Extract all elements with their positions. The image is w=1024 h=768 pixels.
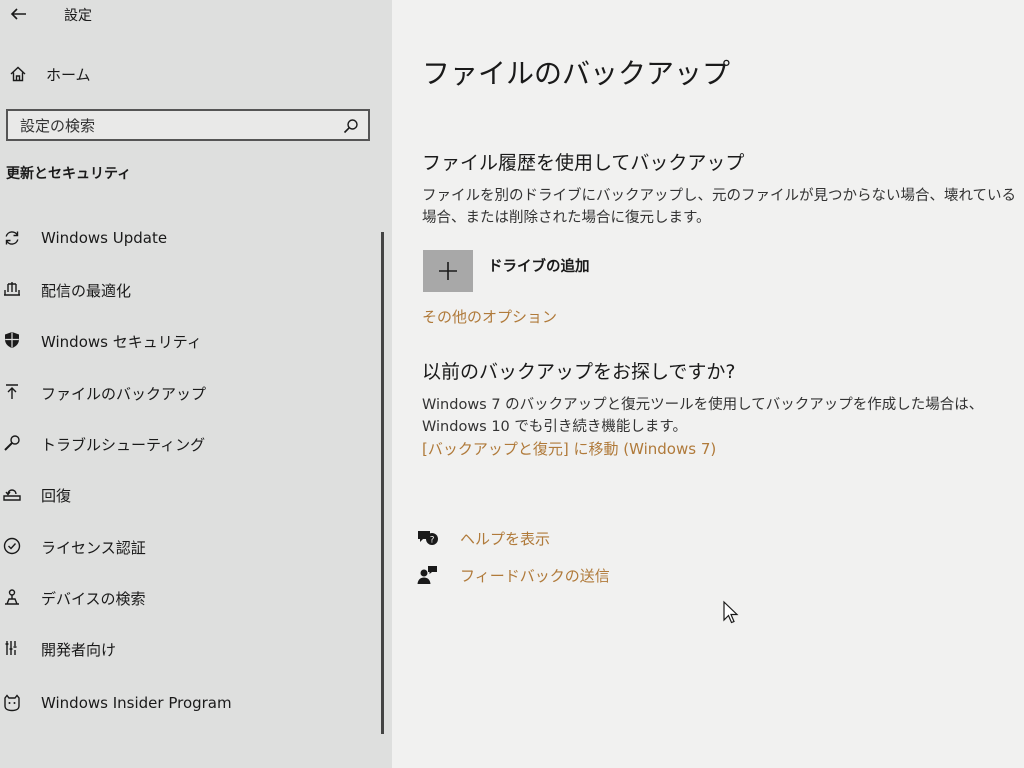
sidebar-scrollbar[interactable] — [381, 232, 384, 734]
svg-text:?: ? — [430, 536, 435, 546]
sidebar-item-file-backup[interactable]: ファイルのバックアップ — [0, 375, 380, 409]
sidebar-item-delivery-optimization[interactable]: 配信の最適化 — [0, 272, 380, 306]
more-options-link[interactable]: その他のオプション — [422, 306, 557, 327]
feedback-link[interactable]: フィードバックの送信 — [460, 565, 610, 586]
page-title: ファイルのバックアップ — [422, 57, 731, 90]
backup-arrow-icon — [6, 384, 18, 399]
help-link[interactable]: ヘルプを表示 — [460, 528, 550, 549]
older-backup-description: Windows 7 のバックアップと復元ツールを使用してバックアップを作成した場… — [422, 397, 984, 435]
sidebar-item-label: Windows セキュリティ — [41, 333, 202, 351]
search-icon[interactable] — [342, 117, 360, 135]
sidebar-item-find-device[interactable]: デバイスの検索 — [0, 580, 380, 614]
mouse-pointer-icon — [723, 600, 739, 624]
search-input[interactable] — [18, 114, 342, 138]
sidebar-item-label: Windows Insider Program — [41, 694, 232, 712]
main-content: ファイルのバックアップ ファイル履歴を使用してバックアップ ファイルを別のドライ… — [392, 0, 1024, 768]
backup-restore-link[interactable]: [バックアップと復元] に移動 (Windows 7) — [422, 438, 716, 459]
add-drive-button[interactable] — [423, 250, 473, 292]
file-history-description: ファイルを別のドライブにバックアップし、元のファイルが見つからない場合、壊れてい… — [422, 188, 1017, 226]
sidebar-item-label: トラブルシューティング — [41, 436, 206, 454]
sidebar-item-label: デバイスの検索 — [41, 590, 146, 608]
feedback-row[interactable]: フィードバックの送信 — [416, 562, 716, 588]
plus-icon — [439, 262, 457, 280]
sync-icon — [5, 231, 19, 245]
sidebar-item-label: ファイルのバックアップ — [41, 385, 207, 403]
add-drive-label[interactable]: ドライブの追加 — [488, 255, 590, 276]
help-row[interactable]: ? ヘルプを表示 — [416, 525, 716, 551]
sidebar-item-label: 開発者向け — [41, 641, 117, 659]
home-nav-item[interactable]: ホーム — [6, 60, 386, 88]
developer-tools-icon — [5, 641, 17, 655]
delivery-optimization-icon — [4, 282, 20, 296]
older-backup-heading: 以前のバックアップをお探しですか? — [422, 361, 736, 383]
recovery-icon — [3, 489, 21, 501]
title-bar: 設定 — [0, 0, 392, 30]
back-button[interactable] — [6, 2, 32, 26]
sidebar-item-troubleshoot[interactable]: トラブルシューティング — [0, 426, 380, 460]
feedback-person-icon — [417, 566, 437, 584]
shield-icon — [5, 332, 19, 348]
file-history-heading: ファイル履歴を使用してバックアップ — [422, 152, 745, 174]
home-label: ホーム — [46, 66, 91, 84]
sidebar-item-recovery[interactable]: 回復 — [0, 477, 380, 511]
sidebar-item-label: ライセンス認証 — [41, 539, 146, 557]
window-title: 設定 — [64, 8, 92, 24]
sidebar-item-for-developers[interactable]: 開発者向け — [0, 631, 380, 665]
sidebar-item-label: 配信の最適化 — [41, 282, 132, 300]
section-title: 更新とセキュリティ — [6, 166, 132, 182]
sidebar-item-activation[interactable]: ライセンス認証 — [0, 529, 380, 563]
wrench-icon — [4, 435, 20, 451]
sidebar-item-label: Windows Update — [41, 229, 168, 247]
sidebar: 設定 ホーム 更新とセキュリティ Windows Update 配信の最適化 — [0, 0, 392, 768]
search-box[interactable] — [6, 109, 370, 141]
sidebar-item-windows-update[interactable]: Windows Update — [0, 221, 380, 255]
help-chat-icon: ? — [418, 531, 438, 546]
back-arrow-icon — [10, 8, 26, 20]
sidebar-item-windows-security[interactable]: Windows セキュリティ — [0, 323, 380, 357]
checkmark-circle-icon — [3, 537, 21, 555]
sidebar-item-label: 回復 — [41, 487, 72, 505]
insider-cat-icon — [4, 694, 20, 712]
sidebar-item-windows-insider[interactable]: Windows Insider Program — [0, 686, 380, 720]
find-device-icon — [5, 589, 19, 605]
home-icon — [10, 66, 26, 82]
